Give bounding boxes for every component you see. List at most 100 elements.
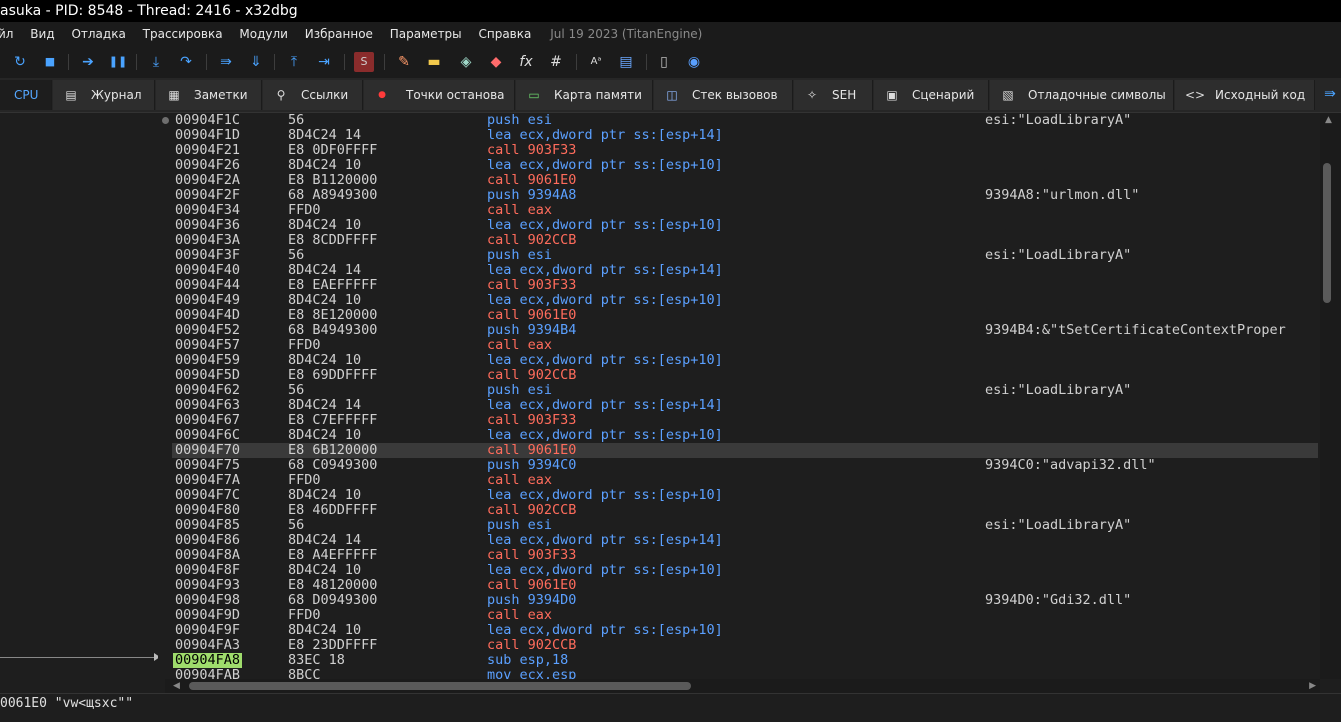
tab-references[interactable]: ⚲ Ссылки [263,80,363,110]
disassembly-view[interactable]: 00904F1C 56 push esi esi:"LoadLibraryA" 0090… [172,113,1318,679]
scylla-icon[interactable]: S [354,52,374,72]
tab-script[interactable]: ▣ Сценарий [874,80,989,110]
breakpoint-dot-icon[interactable] [162,117,169,124]
execute-till-return-icon[interactable]: ⤒ [284,52,304,72]
address: 00904F70 [175,442,241,458]
disasm-row[interactable]: 00904F93 E8 48120000 call 9061E0 [172,578,1318,593]
scrollbar-thumb[interactable] [1323,163,1331,303]
stop-icon[interactable]: ■ [40,52,60,72]
disasm-row[interactable]: 00904F75 68 C0949300 push 9394C0 9394C0:"ad… [172,458,1318,473]
disasm-row[interactable]: 00904FA3 E8 23DDFFFF call 902CCB [172,638,1318,653]
menu-bar: йл Вид Отладка Трассировка Модули Избран… [0,22,1341,46]
menu-favourites[interactable]: Избранное [305,22,373,46]
scroll-right-icon[interactable]: ▶ [1309,679,1316,693]
run-icon[interactable]: ➔ [78,52,98,72]
scrollbar-thumb[interactable] [189,682,691,690]
disasm-row[interactable]: 00904F40 8D4C24 14 lea ecx,dword ptr ss:[e… [172,263,1318,278]
disasm-row[interactable]: 00904F8A E8 A4EFFFFF call 903F33 [172,548,1318,563]
notes-icon[interactable]: ▯ [654,52,674,72]
vertical-scrollbar[interactable]: ▲ [1320,113,1341,679]
disasm-row[interactable]: 00904F7A FFD0 call eax [172,473,1318,488]
opcode-bytes: FFD0 [288,337,321,353]
opcode-bytes: E8 8CDDFFFF [288,232,378,248]
operands: 9061E0 [527,442,577,458]
label-icon[interactable]: ◈ [456,52,476,72]
disasm-row[interactable]: 00904F5D E8 69DDFFFF call 902CCB [172,368,1318,383]
menu-options[interactable]: Параметры [390,22,462,46]
disasm-row[interactable]: 00904F49 8D4C24 10 lea ecx,dword ptr ss:[e… [172,293,1318,308]
disasm-row[interactable]: 00904F59 8D4C24 10 lea ecx,dword ptr ss:[e… [172,353,1318,368]
disasm-row[interactable]: 00904F1D 8D4C24 14 lea ecx,dword ptr ss:[e… [172,128,1318,143]
disasm-row[interactable]: 00904F67 E8 C7EFFFFF call 903F33 [172,413,1318,428]
comment-icon[interactable]: ▬ [424,52,444,72]
disasm-row[interactable]: 00904F2A E8 B1120000 call 9061E0 [172,173,1318,188]
scroll-up-icon[interactable]: ▲ [1325,115,1332,125]
trace-over-icon[interactable]: ⇓ [246,52,266,72]
disasm-row[interactable]: 00904F4D E8 8E120000 call 9061E0 [172,308,1318,323]
disasm-row[interactable]: 00904F9D FFD0 call eax [172,608,1318,623]
mnemonic: lea [487,217,512,233]
font-icon[interactable]: Aᵃ [586,52,606,72]
tab-source[interactable]: <> Исходный код [1175,80,1315,110]
disasm-row[interactable]: 00904F34 FFD0 call eax [172,203,1318,218]
restart-icon[interactable]: ↻ [10,52,30,72]
step-into-icon[interactable]: ⤓ [146,52,166,72]
disasm-row[interactable]: 00904F6C 8D4C24 10 lea ecx,dword ptr ss:[e… [172,428,1318,443]
tab-symbols[interactable]: ▧ Отладочные символы [990,80,1174,110]
disasm-row[interactable]: 00904FA8 83EC 18 sub esp,18 [172,653,1318,668]
disasm-row[interactable]: 00904F62 56 push esi esi:"LoadLibraryA" [172,383,1318,398]
menu-help[interactable]: Справка [478,22,531,46]
globe-icon[interactable]: ◉ [684,52,704,72]
operands: ecx,dword ptr ss:[esp+14] [519,532,723,548]
disasm-row[interactable]: 00904F36 8D4C24 10 lea ecx,dword ptr ss:[e… [172,218,1318,233]
disasm-row[interactable]: 00904F98 68 D0949300 push 9394D0 9394D0:"Gd… [172,593,1318,608]
trace-into-icon[interactable]: ⇛ [216,52,236,72]
tab-seh[interactable]: ✧ SEH [794,80,873,110]
disasm-row[interactable]: 00904F21 E8 0DF0FFFF call 903F33 [172,143,1318,158]
disasm-row[interactable]: 00904F85 56 push esi esi:"LoadLibraryA" [172,518,1318,533]
disasm-row[interactable]: 00904F7C 8D4C24 10 lea ecx,dword ptr ss:[e… [172,488,1318,503]
step-over-icon[interactable]: ↷ [176,52,196,72]
disasm-row[interactable]: 00904F1C 56 push esi esi:"LoadLibraryA" [172,113,1318,128]
disasm-row[interactable]: 00904F3A E8 8CDDFFFF call 902CCB [172,233,1318,248]
address: 00904F7C [175,487,241,503]
menu-trace[interactable]: Трассировка [143,22,223,46]
bookmark-icon[interactable]: ◆ [486,52,506,72]
disasm-row[interactable]: 00904FAB 8BCC mov ecx,esp [172,668,1318,680]
disasm-row[interactable]: 00904F52 68 B4949300 push 9394B4 9394B4:&"t… [172,323,1318,338]
run-to-user-code-icon[interactable]: ⇥ [314,52,334,72]
disasm-row[interactable]: 00904F8F 8D4C24 10 lea ecx,dword ptr ss:[e… [172,563,1318,578]
tab-callstack[interactable]: ◫ Стек вызовов [654,80,793,110]
breakpoint-column[interactable] [158,113,172,680]
disasm-row[interactable]: 00904F26 8D4C24 10 lea ecx,dword ptr ss:[e… [172,158,1318,173]
menu-plugins[interactable]: Модули [239,22,288,46]
disasm-row[interactable]: 00904F44 E8 EAEFFFFF call 903F33 [172,278,1318,293]
patch-icon[interactable]: ✎ [394,52,414,72]
disasm-row[interactable]: 00904F86 8D4C24 14 lea ecx,dword ptr ss:[e… [172,533,1318,548]
tab-cpu[interactable]: CPU [0,80,52,110]
instruction: lea ecx,dword ptr ss:[esp+14] [487,533,723,548]
address: 00904F75 [175,457,241,473]
comment: esi:"LoadLibraryA" [985,517,1132,533]
more-tabs-icon[interactable]: ⇛ [1320,84,1340,104]
disasm-row[interactable]: 00904F57 FFD0 call eax [172,338,1318,353]
disasm-row[interactable]: 00904F3F 56 push esi esi:"LoadLibraryA" [172,248,1318,263]
disasm-row[interactable]: 00904F9F 8D4C24 10 lea ecx,dword ptr ss:[e… [172,623,1318,638]
disasm-row[interactable]: 00904F70 E8 6B120000 call 9061E0 [172,443,1318,458]
function-icon[interactable]: fx [516,52,536,72]
menu-view[interactable]: Вид [30,22,54,46]
tab-memory-map[interactable]: ▭ Карта памяти [516,80,653,110]
calculator-icon[interactable]: ▤ [616,52,636,72]
hash-icon[interactable]: # [546,52,566,72]
horizontal-scrollbar[interactable]: ◀ ▶ [165,679,1320,693]
tab-notes[interactable]: ▦ Заметки [156,80,262,110]
disasm-row[interactable]: 00904F2F 68 A8949300 push 9394A8 9394A8:"ur… [172,188,1318,203]
disasm-row[interactable]: 00904F80 E8 46DDFFFF call 902CCB [172,503,1318,518]
tab-log[interactable]: ▤ Журнал [53,80,155,110]
scroll-left-icon[interactable]: ◀ [173,679,180,693]
pause-icon[interactable]: ❚❚ [108,52,128,72]
disasm-row[interactable]: 00904F63 8D4C24 14 lea ecx,dword ptr ss:[e… [172,398,1318,413]
menu-file[interactable]: йл [0,22,13,46]
tab-breakpoints[interactable]: ● Точки останова [364,80,515,110]
menu-debug[interactable]: Отладка [71,22,125,46]
